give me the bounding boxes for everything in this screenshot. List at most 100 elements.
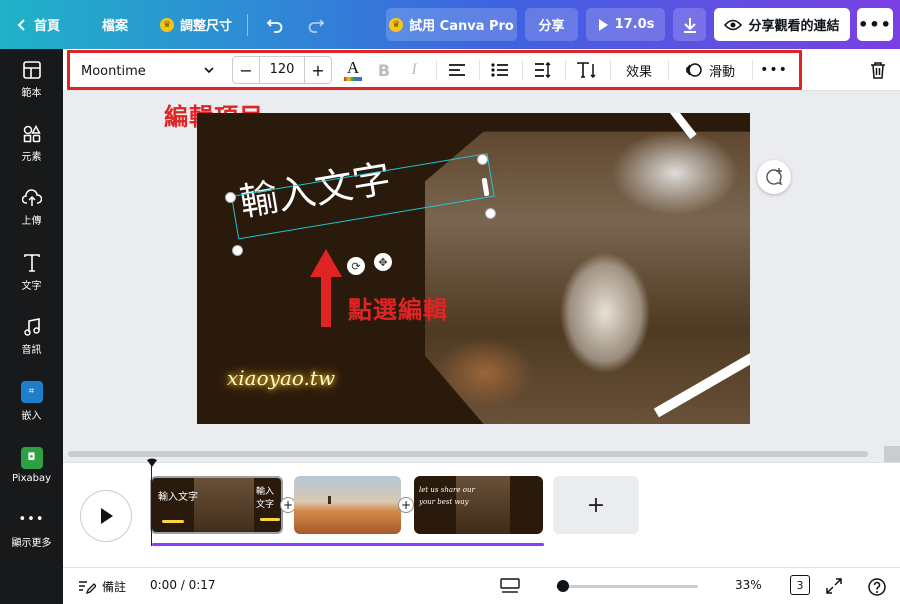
annotation-click-edit: 點選編輯 <box>348 296 448 324</box>
add-page-button[interactable]: + <box>553 476 639 534</box>
animate-icon <box>686 63 702 77</box>
embed-icon: ⌗ <box>20 380 43 403</box>
increase-size-button[interactable]: + <box>305 57 331 83</box>
playhead-marker-icon[interactable] <box>147 458 157 468</box>
comment-plus-icon <box>766 168 783 186</box>
zoom-slider-track[interactable] <box>556 585 698 588</box>
sidebar-item-templates[interactable]: 範本 <box>0 50 63 108</box>
help-icon <box>868 578 886 596</box>
move-icon[interactable]: ✥ <box>374 253 392 271</box>
share-view-link-button[interactable]: 分享觀看的連結 <box>714 8 850 41</box>
add-transition-button[interactable]: + <box>398 497 414 513</box>
decrease-size-button[interactable]: − <box>233 57 259 83</box>
sidebar-item-pixabay[interactable]: ◘ Pixabay <box>0 436 63 494</box>
text-color-button[interactable]: A <box>342 56 364 84</box>
text-color-icon: A <box>346 58 360 77</box>
zoom-slider-knob[interactable] <box>557 580 570 592</box>
elements-icon <box>22 124 42 144</box>
toolbar-more-button[interactable]: ••• <box>760 56 787 84</box>
sidebar-item-audio[interactable]: 音訊 <box>0 307 63 365</box>
sidebar-label: 上傳 <box>21 215 42 227</box>
italic-icon: I <box>411 61 417 78</box>
play-icon <box>101 508 113 524</box>
crown-icon: ♛ <box>389 17 404 32</box>
notes-button[interactable]: 備註 <box>78 578 126 595</box>
neon-mark <box>260 518 280 521</box>
pixabay-icon: ◘ <box>20 446 43 469</box>
align-left-icon <box>449 64 465 76</box>
timeline-clip-1[interactable]: 輸入文字 輸入文字 <box>150 476 283 534</box>
share-button[interactable]: 分享 <box>525 8 578 41</box>
play-icon <box>598 18 608 31</box>
toolbar-divider <box>479 60 480 80</box>
timeline-progress-bar <box>152 543 544 546</box>
sidebar-item-embed[interactable]: ⌗ 嵌入 <box>0 372 63 430</box>
file-menu[interactable]: 檔案 <box>102 0 128 49</box>
font-size-stepper: − 120 + <box>232 56 332 84</box>
sidebar-label: 範本 <box>21 87 42 99</box>
top-bar: 首頁 檔案 ♛ 調整尺寸 ♛ 試用 Canva Pro 分享 17.0s 分享觀… <box>0 0 900 49</box>
timeline-clip-3[interactable]: let us share our your best way <box>414 476 543 534</box>
undo-button[interactable] <box>266 0 284 49</box>
neon-mark <box>162 520 184 523</box>
toolbar-divider <box>668 60 669 80</box>
resize-handle[interactable] <box>485 208 496 219</box>
line-spacing-icon <box>535 62 551 78</box>
spacing-button[interactable] <box>533 56 553 84</box>
resize-button[interactable]: ♛ 調整尺寸 <box>160 0 232 49</box>
undo-icon <box>266 18 283 33</box>
effects-button[interactable]: 效果 <box>620 56 658 84</box>
list-button[interactable] <box>490 56 510 84</box>
sidebar-item-elements[interactable]: 元素 <box>0 114 63 172</box>
share-label: 分享 <box>538 19 565 34</box>
canvas-scrollbar[interactable] <box>63 446 883 462</box>
grid-view-icon <box>500 578 520 593</box>
download-icon <box>683 17 696 33</box>
timeline-clip-2[interactable] <box>294 476 401 534</box>
bold-button[interactable]: B <box>374 56 394 84</box>
clip-script-line: your best way <box>419 498 469 506</box>
animate-label: 滑動 <box>708 64 735 80</box>
italic-button[interactable]: I <box>404 56 424 84</box>
play-preview-button[interactable]: 17.0s <box>586 8 665 41</box>
clip-title-copy: 輸入文字 <box>256 487 275 510</box>
sidebar-item-text[interactable]: 文字 <box>0 243 63 301</box>
toolbar-divider <box>565 60 566 80</box>
sidebar-label: 元素 <box>21 151 42 163</box>
toolbar-divider <box>610 60 611 80</box>
resize-handle[interactable] <box>225 192 236 203</box>
resize-handle[interactable] <box>477 154 488 165</box>
red-arrow-icon <box>310 249 342 327</box>
add-comment-button[interactable] <box>757 160 791 194</box>
font-name: Moontime <box>81 63 146 79</box>
page-count-button[interactable]: 3 <box>790 575 810 595</box>
font-size-value[interactable]: 120 <box>259 57 305 83</box>
playhead-line <box>151 466 152 546</box>
chevron-down-icon <box>204 67 214 74</box>
download-button[interactable] <box>673 8 706 41</box>
timeline-play-button[interactable] <box>80 490 132 542</box>
page-count: 3 <box>796 578 804 592</box>
scroll-thumb[interactable] <box>68 449 900 459</box>
fullscreen-button[interactable] <box>826 578 842 594</box>
redo-button[interactable] <box>307 0 325 49</box>
neon-script-text[interactable]: xiaoyao.tw <box>227 366 335 390</box>
file-label: 檔案 <box>102 19 129 34</box>
sidebar-item-more[interactable]: ••• 顯示更多 <box>0 500 63 558</box>
home-label: 首頁 <box>34 19 61 34</box>
sidebar-item-uploads[interactable]: 上傳 <box>0 178 63 236</box>
try-pro-button[interactable]: ♛ 試用 Canva Pro <box>386 8 517 41</box>
resize-handle[interactable] <box>232 245 243 256</box>
home-button[interactable]: 首頁 <box>16 0 60 49</box>
help-button[interactable] <box>868 578 886 596</box>
font-family-select[interactable]: Moontime <box>73 57 223 85</box>
vertical-text-button[interactable] <box>576 56 598 84</box>
animate-button[interactable]: 滑動 <box>681 56 739 84</box>
fullscreen-icon <box>826 578 842 594</box>
align-button[interactable] <box>447 56 467 84</box>
notes-pencil-icon <box>79 580 96 594</box>
more-options-button[interactable]: ••• <box>857 8 893 41</box>
rotate-icon[interactable]: ⟳ <box>347 257 365 275</box>
delete-button[interactable] <box>866 56 890 84</box>
grid-view-button[interactable] <box>500 578 520 594</box>
